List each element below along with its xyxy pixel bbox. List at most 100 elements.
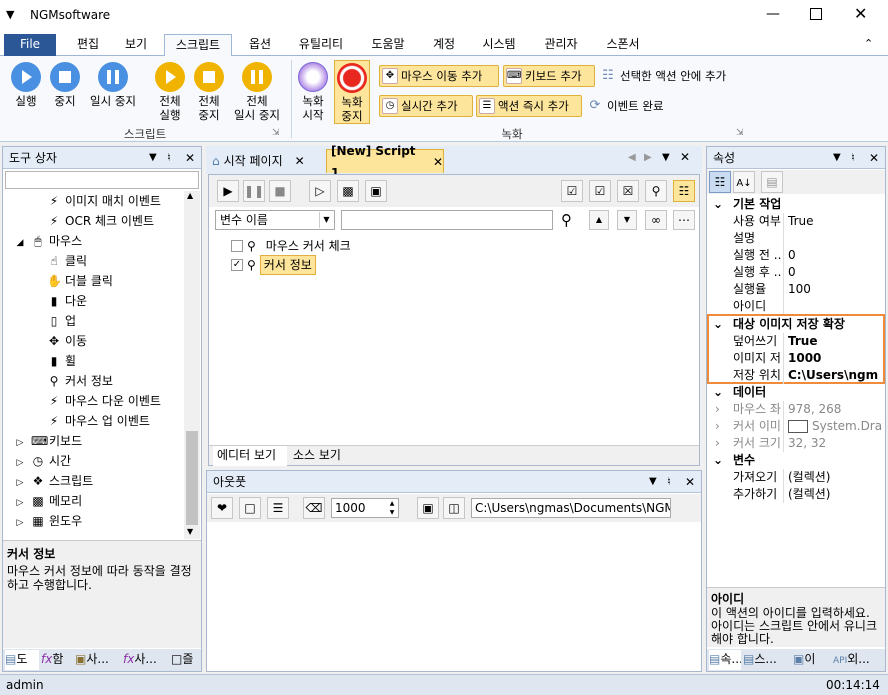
prop-row[interactable]: 이미지 저...1000	[707, 350, 883, 367]
expand-arrow-icon[interactable]: ▷	[13, 473, 27, 493]
collapse-arrow-icon[interactable]: ◢	[13, 233, 27, 253]
category-image-save[interactable]: ⌄ 대상 이미지 저장 확장	[707, 316, 883, 333]
prop-value[interactable]: (컬렉션)	[783, 486, 883, 503]
tab-script-1[interactable]: [New] Script 1 ✕	[326, 144, 444, 180]
tab-options[interactable]: 옵션	[240, 34, 280, 56]
prop-row[interactable]: › 커서 이미... System.Draw	[707, 418, 883, 435]
tab-styles[interactable]: ▤스...	[743, 650, 789, 670]
tree-item-click[interactable]: ☝ 클릭	[47, 251, 87, 271]
tab-editor-view[interactable]: 에디터 보기	[213, 446, 287, 466]
prop-value[interactable]: 0	[783, 264, 883, 281]
tree-item-keyboard[interactable]: ▷ ⌨키보드	[13, 431, 83, 451]
tab-account[interactable]: 계정	[424, 34, 464, 56]
variable-search-input[interactable]	[341, 210, 553, 230]
wrap-button[interactable]: ☰	[267, 497, 289, 519]
prop-row[interactable]: 사용 여부 True	[707, 213, 883, 230]
tab-user[interactable]: ▣사...	[75, 650, 119, 670]
tree-item-ocr-event[interactable]: ⚡ OCR 체크 이벤트	[47, 211, 154, 231]
property-pages-button[interactable]: ▤	[761, 171, 783, 193]
script-item-cursor-check[interactable]: ⚲ 마우스 커서 체크	[231, 237, 351, 255]
collapse-ribbon-icon[interactable]: ⌃	[864, 37, 873, 50]
prop-value[interactable]: 1000	[783, 350, 883, 367]
tab-admin[interactable]: 관리자	[534, 34, 588, 56]
prop-row[interactable]: 실행 전 ... 0	[707, 247, 883, 264]
tree-item-memory[interactable]: ▷ ▩ 메모리	[13, 491, 83, 511]
prop-row[interactable]: › 마우스 좌...978, 268	[707, 401, 883, 418]
prop-value[interactable]	[783, 298, 883, 315]
expand-icon[interactable]: ›	[715, 418, 720, 435]
run-button[interactable]: 실행	[8, 62, 44, 108]
tree-item-image-match-event[interactable]: ⚡ 이미지 매치 이벤트	[47, 191, 161, 211]
collapse-icon[interactable]: ⌄	[713, 384, 723, 401]
stop-all-button[interactable]: 전체 중지	[192, 62, 226, 122]
check-all-button[interactable]: ☑	[561, 180, 583, 202]
scroll-right-icon[interactable]: ▶	[644, 152, 652, 163]
toolbox-search-input[interactable]	[5, 171, 199, 189]
tree-item-up[interactable]: ▯ 업	[47, 311, 76, 331]
pause-button[interactable]: 일시 중지	[86, 62, 140, 108]
stop-button[interactable]: 중지	[48, 62, 82, 108]
checkbox-checked[interactable]: ✓	[231, 259, 243, 271]
tree-item-time[interactable]: ▷ ◷ 시간	[13, 451, 72, 471]
tab-properties[interactable]: ▤속...	[709, 650, 741, 670]
alphabetical-button[interactable]: A↓	[733, 171, 755, 193]
tab-view[interactable]: 보기	[116, 34, 156, 56]
prev-result-button[interactable]: ▲	[589, 210, 609, 230]
tab-source-view[interactable]: 소스 보기	[289, 446, 351, 466]
script-item-cursor-info[interactable]: ✓ ⚲ 커서 정보	[231, 255, 316, 275]
close-tab-icon[interactable]: ✕	[295, 150, 305, 172]
variable-select[interactable]: 변수 이름 ▼	[215, 210, 335, 230]
collapse-icon[interactable]: ⌄	[713, 316, 723, 333]
prop-value[interactable]: 100	[783, 281, 883, 298]
tree-item-windows[interactable]: ▷ ▦ 윈도우	[13, 511, 83, 533]
prop-row[interactable]: 가져오기 (컬렉션)	[707, 469, 883, 486]
prop-value[interactable]: 32, 32	[783, 435, 883, 452]
play-outline-button[interactable]: ▷	[309, 180, 331, 202]
more-button[interactable]: ⋯	[673, 210, 695, 230]
collapse-icon[interactable]: ⌄	[713, 452, 723, 469]
stepper-down-icon[interactable]: ▼	[386, 508, 398, 517]
check-button[interactable]: ☑	[589, 180, 611, 202]
category-data[interactable]: ⌄ 데이터	[707, 384, 883, 401]
expand-arrow-icon[interactable]: ▷	[13, 513, 27, 533]
tab-system[interactable]: 시스템	[472, 34, 526, 56]
add-keyboard-button[interactable]: ⌨ 키보드 추가	[503, 65, 595, 87]
collapse-icon[interactable]: ⌄	[713, 196, 723, 213]
category-variables[interactable]: ⌄ 변수	[707, 452, 883, 469]
stepper-up-icon[interactable]: ▲	[386, 499, 398, 508]
prop-row[interactable]: › 커서 크기 32, 32	[707, 435, 883, 452]
close-panel-icon[interactable]: ✕	[185, 147, 195, 169]
prop-value[interactable]: True	[783, 213, 883, 230]
pause-all-button[interactable]: 전체 일시 중지	[230, 62, 284, 122]
prop-value[interactable]	[783, 230, 883, 247]
tab-edit[interactable]: 편집	[66, 34, 110, 56]
tab-toolbox[interactable]: ▤도	[5, 650, 39, 670]
new-log-button[interactable]: □	[239, 497, 261, 519]
stop-button[interactable]: ■	[269, 180, 291, 202]
search-button[interactable]: ⚲	[645, 180, 667, 202]
tree-item-double-click[interactable]: ✋ 더블 클릭	[47, 271, 113, 291]
tree-item-move[interactable]: ✥ 이동	[47, 331, 87, 351]
tree-item-script[interactable]: ▷ ❖ 스크립트	[13, 471, 94, 493]
maximize-icon[interactable]	[810, 8, 822, 20]
next-result-button[interactable]: ▼	[617, 210, 637, 230]
prop-value[interactable]: (컬렉션)	[783, 469, 883, 486]
expand-icon[interactable]: ›	[715, 435, 720, 452]
tab-favorites[interactable]: □즐	[171, 650, 201, 670]
tab-help[interactable]: 도움말	[362, 34, 414, 56]
log-count-stepper[interactable]: 1000 ▲ ▼	[331, 498, 399, 518]
pause-button[interactable]: ❚❚	[243, 180, 265, 202]
scroll-down-icon[interactable]: ▼	[187, 527, 193, 536]
eraser-button[interactable]: ⌫	[303, 497, 325, 519]
prop-row[interactable]: 실행 후 ... 0	[707, 264, 883, 281]
pin-icon[interactable]: ♮	[851, 147, 855, 169]
category-basic[interactable]: ⌄ 기본 작업	[707, 196, 883, 213]
categorized-button[interactable]: ☷	[709, 171, 731, 193]
chevron-down-icon[interactable]: ▼	[319, 212, 333, 228]
tab-user-functions[interactable]: fx사...	[123, 650, 167, 670]
event-done-button[interactable]: ⟳ 이벤트 완료	[587, 95, 664, 117]
prop-row[interactable]: 아이디	[707, 298, 883, 315]
tab-script[interactable]: 스크립트	[164, 34, 232, 57]
open-folder-button[interactable]: ◫	[443, 497, 465, 519]
prop-value[interactable]: 978, 268	[783, 401, 883, 418]
